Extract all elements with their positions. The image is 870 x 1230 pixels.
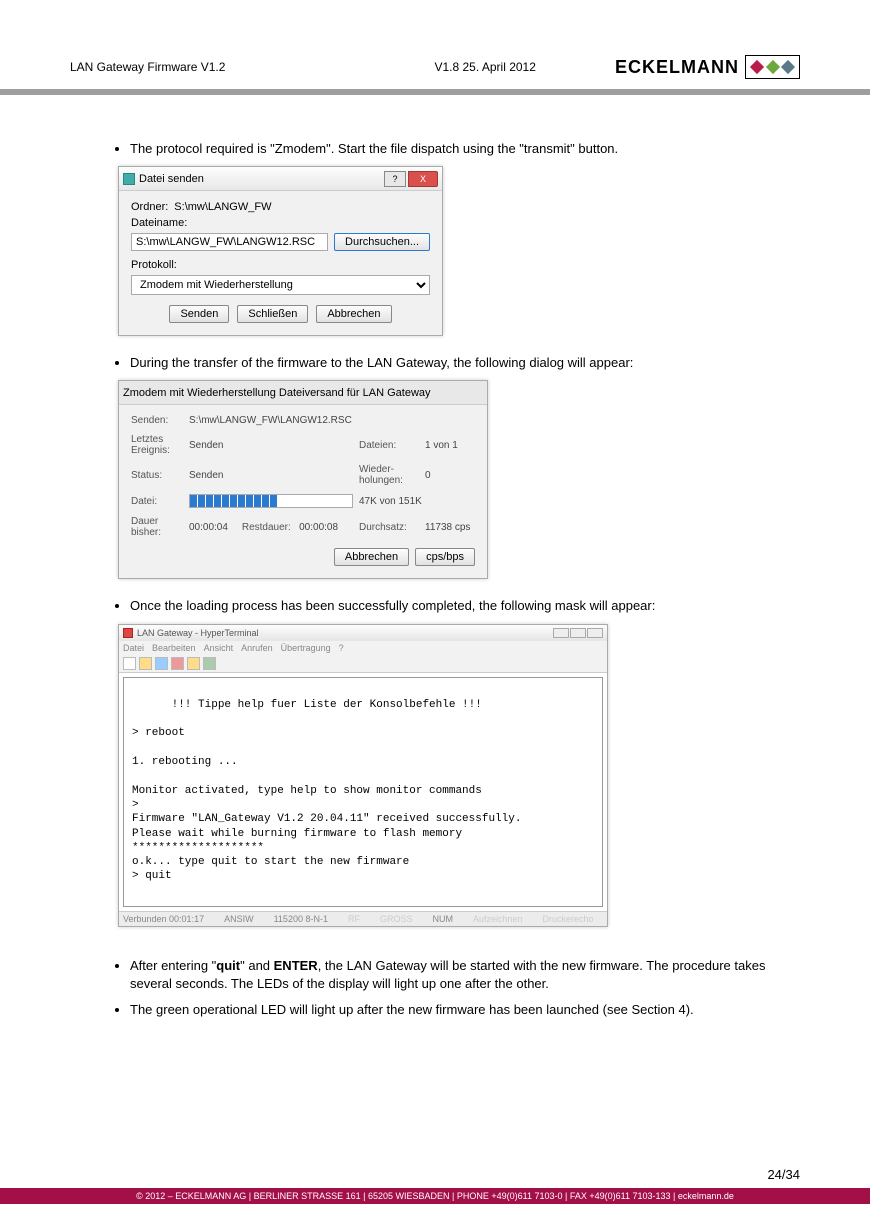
page: LAN Gateway Firmware V1.2 V1.8 25. April…: [0, 0, 870, 1067]
last-event-label: Letztes Ereignis:: [131, 434, 183, 456]
file-progress-value: 47K von 151K: [359, 496, 475, 507]
browse-button[interactable]: Durchsuchen...: [334, 233, 430, 251]
bullet-item: The green operational LED will light up …: [130, 1001, 800, 1019]
menu-item[interactable]: ?: [339, 643, 344, 653]
menu-item[interactable]: Bearbeiten: [152, 643, 196, 653]
toolbar: [119, 655, 607, 673]
protocol-label: Protokoll:: [131, 259, 177, 271]
send-file-dialog: Datei senden ? X Ordner: S:\mw\LANGW_FW …: [118, 166, 443, 336]
title-bar: Datei senden ? X: [119, 167, 442, 191]
logo-text: ECKELMANN: [615, 57, 739, 78]
elapsed-value: 00:00:04 Restdauer: 00:00:08: [189, 522, 353, 533]
bullet-item: After entering "quit" and ENTER, the LAN…: [130, 957, 800, 993]
title-bar: LAN Gateway - HyperTerminal: [119, 625, 607, 641]
app-icon: [123, 173, 135, 185]
page-number: 24/34: [767, 1167, 800, 1182]
bullet-list: Once the loading process has been succes…: [70, 597, 800, 615]
retries-value: 0: [425, 470, 475, 481]
footer: © 2012 – ECKELMANN AG | BERLINER STRASSE…: [0, 1188, 870, 1204]
protocol-select[interactable]: Zmodem mit Wiederherstellung: [131, 275, 430, 295]
document-header: LAN Gateway Firmware V1.2 V1.8 25. April…: [70, 55, 800, 79]
app-icon: [123, 628, 133, 638]
diamond-icon: [781, 60, 795, 74]
status-num: NUM: [432, 914, 453, 924]
dialog-title: Datei senden: [139, 173, 204, 185]
terminal-output: !!! Tippe help fuer Liste der Konsolbefe…: [123, 677, 603, 907]
status-rf: RF: [348, 914, 360, 924]
bullet-list: The protocol required is "Zmodem". Start…: [70, 140, 800, 158]
status-printecho: Druckerecho: [543, 914, 594, 924]
help-button[interactable]: ?: [384, 171, 406, 187]
header-left: LAN Gateway Firmware V1.2: [70, 60, 225, 74]
close-button[interactable]: [587, 628, 603, 638]
dialog-title: Zmodem mit Wiederherstellung Dateiversan…: [123, 387, 431, 399]
logo-box: [745, 55, 800, 79]
window-title: LAN Gateway - HyperTerminal: [137, 628, 259, 638]
bullet-item: During the transfer of the firmware to t…: [130, 354, 800, 372]
files-value: 1 von 1: [425, 440, 475, 451]
cpsbps-button[interactable]: cps/bps: [415, 548, 475, 566]
close-button[interactable]: X: [408, 171, 438, 187]
folder-value: S:\mw\LANGW_FW: [174, 201, 271, 213]
zmodem-transfer-dialog: Zmodem mit Wiederherstellung Dateiversan…: [118, 380, 488, 579]
new-icon[interactable]: [123, 657, 136, 670]
status-connected: Verbunden 00:01:17: [123, 914, 204, 924]
bullet-item: Once the loading process has been succes…: [130, 597, 800, 615]
maximize-button[interactable]: [570, 628, 586, 638]
filename-input[interactable]: [131, 233, 328, 251]
bullet-list: After entering "quit" and ENTER, the LAN…: [70, 957, 800, 1020]
throughput-value: 11738 cps: [425, 522, 475, 533]
menu-item[interactable]: Anrufen: [241, 643, 273, 653]
bullet-item: The protocol required is "Zmodem". Start…: [130, 140, 800, 158]
throughput-label: Durchsatz:: [359, 522, 419, 533]
menu-item[interactable]: Ansicht: [204, 643, 234, 653]
status-emulation: ANSIW: [224, 914, 254, 924]
bullet-list: During the transfer of the firmware to t…: [70, 354, 800, 372]
status-bar: Verbunden 00:01:17 ANSIW 115200 8-N-1 RF…: [119, 911, 607, 926]
hyperterminal-window: LAN Gateway - HyperTerminal Datei Bearbe…: [118, 624, 608, 927]
send-label: Senden:: [131, 415, 183, 426]
diamond-icon: [765, 60, 779, 74]
status-port: 115200 8-N-1: [274, 914, 328, 924]
close-dialog-button[interactable]: Schließen: [237, 305, 308, 323]
elapsed-label: Dauer bisher:: [131, 516, 183, 538]
status-caps: GROSS: [380, 914, 413, 924]
retries-label: Wieder-holungen:: [359, 464, 419, 486]
menu-bar: Datei Bearbeiten Ansicht Anrufen Übertra…: [119, 641, 607, 655]
menu-item[interactable]: Übertragung: [281, 643, 331, 653]
minimize-button[interactable]: [553, 628, 569, 638]
cancel-button[interactable]: Abbrechen: [316, 305, 391, 323]
open-icon[interactable]: [139, 657, 152, 670]
disconnect-icon[interactable]: [171, 657, 184, 670]
status-record: Aufzeichnen: [473, 914, 523, 924]
file-label: Datei:: [131, 496, 183, 507]
last-event-value: Senden: [189, 440, 353, 451]
status-value: Senden: [189, 470, 353, 481]
status-label: Status:: [131, 470, 183, 481]
header-version-date: V1.8 25. April 2012: [434, 60, 535, 74]
connect-icon[interactable]: [155, 657, 168, 670]
progress-bar: [189, 494, 353, 508]
send-value: S:\mw\LANGW_FW\LANGW12.RSC: [189, 415, 475, 426]
logo: ECKELMANN: [615, 55, 800, 79]
send-button[interactable]: Senden: [169, 305, 229, 323]
header-rule: [0, 89, 870, 95]
properties-icon[interactable]: [203, 657, 216, 670]
cancel-button[interactable]: Abbrechen: [334, 548, 409, 566]
menu-item[interactable]: Datei: [123, 643, 144, 653]
filename-label: Dateiname:: [131, 217, 187, 229]
files-label: Dateien:: [359, 440, 419, 451]
folder-label: Ordner:: [131, 201, 168, 213]
send-icon[interactable]: [187, 657, 200, 670]
diamond-icon: [750, 60, 764, 74]
